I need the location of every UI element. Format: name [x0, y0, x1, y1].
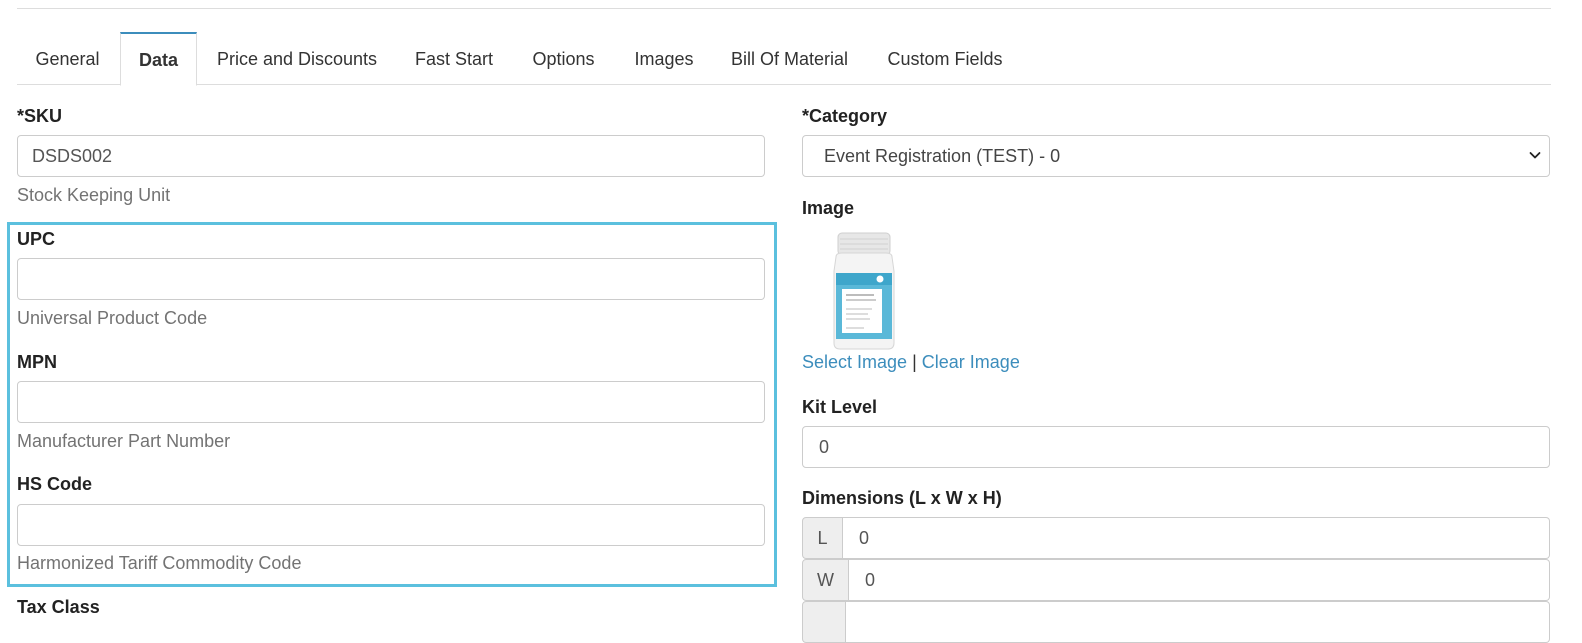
upc-label: UPC — [17, 229, 56, 249]
select-image-link[interactable]: Select Image — [802, 352, 907, 372]
tab-custom-fields[interactable]: Custom Fields — [867, 32, 1023, 85]
category-label: *Category — [802, 106, 888, 126]
dimension-height-group — [802, 601, 1550, 643]
category-select[interactable]: Event Registration (TEST) - 0 — [802, 135, 1550, 177]
length-input[interactable]: 0 — [843, 517, 1550, 559]
sku-help: Stock Keeping Unit — [17, 185, 171, 205]
tax-class-label: Tax Class — [17, 597, 100, 617]
dimension-length-group: L 0 — [802, 517, 1550, 559]
mpn-input[interactable] — [17, 381, 765, 423]
width-input[interactable]: 0 — [849, 559, 1550, 601]
mpn-help: Manufacturer Part Number — [17, 431, 231, 451]
image-link-separator: | — [912, 352, 917, 372]
height-addon — [802, 601, 846, 643]
tab-fast-start[interactable]: Fast Start — [397, 32, 511, 85]
clear-image-link[interactable]: Clear Image — [922, 352, 1020, 372]
tab-data[interactable]: Data — [120, 32, 197, 86]
upc-input[interactable] — [17, 258, 765, 300]
sku-label: *SKU — [17, 106, 63, 126]
tab-images[interactable]: Images — [616, 32, 712, 85]
hs-code-help: Harmonized Tariff Commodity Code — [17, 553, 302, 573]
length-addon: L — [802, 517, 843, 559]
height-input[interactable] — [846, 601, 1550, 643]
kit-level-input[interactable]: 0 — [802, 426, 1550, 468]
product-bottle-image — [833, 232, 895, 350]
hs-code-label: HS Code — [17, 474, 93, 494]
sku-input[interactable]: DSDS002 — [17, 135, 765, 177]
tab-options[interactable]: Options — [511, 32, 616, 85]
tab-bar: General Data Price and Discounts Fast St… — [17, 32, 1551, 86]
tab-bill-of-material[interactable]: Bill Of Material — [712, 32, 867, 85]
tab-price-and-discounts[interactable]: Price and Discounts — [197, 32, 397, 85]
tab-general[interactable]: General — [17, 32, 118, 85]
mpn-label: MPN — [17, 352, 57, 372]
image-label: Image — [802, 198, 855, 218]
dimension-width-group: W 0 — [802, 559, 1550, 601]
hs-code-input[interactable] — [17, 504, 765, 546]
dimensions-label: Dimensions (L x W x H) — [802, 488, 1002, 508]
top-divider — [17, 8, 1551, 9]
upc-help: Universal Product Code — [17, 308, 208, 328]
image-links: Select Image | Clear Image — [802, 352, 1020, 373]
category-selected-value: Event Registration (TEST) - 0 — [824, 146, 1061, 166]
chevron-down-icon — [1529, 152, 1541, 159]
width-addon: W — [802, 559, 849, 601]
kit-level-label: Kit Level — [802, 397, 878, 417]
